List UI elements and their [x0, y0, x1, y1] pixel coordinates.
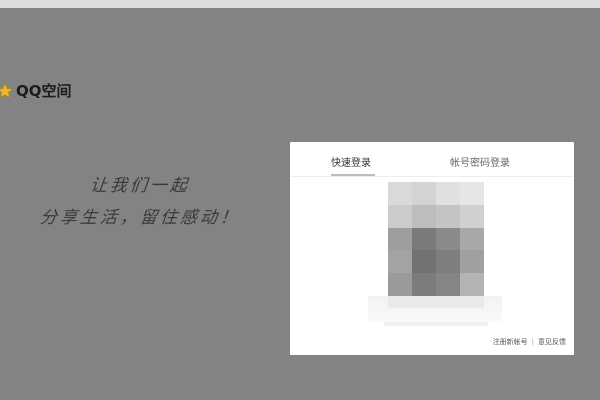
qr-pixel	[412, 182, 436, 205]
qr-reflection-inner	[388, 296, 484, 308]
login-tabs: 快速登录 帐号密码登录	[290, 142, 574, 177]
qzone-logo[interactable]: QQ空间	[0, 80, 72, 101]
logo-text: QQ空间	[16, 82, 72, 100]
qr-pixel	[388, 204, 412, 228]
qr-pixel	[436, 204, 460, 228]
footer-separator: |	[531, 338, 534, 346]
qr-pixel	[436, 250, 460, 274]
qr-pixel	[436, 273, 460, 296]
star-icon	[0, 82, 14, 98]
qr-pixel	[460, 250, 484, 274]
active-tab-indicator	[331, 174, 375, 176]
register-link[interactable]: 注册新帐号	[493, 337, 528, 347]
login-footer: 注册新帐号 | 意见反馈	[493, 337, 566, 347]
qr-pixel	[436, 182, 460, 205]
qr-code-blurred	[388, 182, 484, 296]
tab-quick-login[interactable]: 快速登录	[331, 154, 371, 169]
login-panel: 快速登录 帐号密码登录 注册新帐号 | 意见反馈	[290, 142, 574, 355]
qr-base	[384, 322, 488, 326]
qr-pixel	[460, 204, 484, 228]
qr-pixel	[436, 227, 460, 251]
qr-pixel	[388, 273, 412, 296]
qr-pixel	[388, 227, 412, 251]
qr-pixel	[388, 182, 412, 205]
qr-pixel	[460, 273, 484, 296]
qr-pixel	[412, 204, 436, 228]
slogan: 让我们一起 分享生活，留住感动！	[0, 170, 280, 234]
browser-top-strip	[0, 0, 600, 8]
tab-account-password-login[interactable]: 帐号密码登录	[450, 154, 510, 169]
qr-pixel	[460, 182, 484, 205]
qr-pixel	[412, 273, 436, 296]
slogan-line-2: 分享生活，留住感动！	[38, 208, 242, 228]
feedback-link[interactable]: 意见反馈	[538, 337, 566, 347]
qr-pixel	[460, 227, 484, 251]
qr-pixel	[412, 250, 436, 274]
qr-pixel	[412, 227, 436, 251]
qr-code-area[interactable]	[368, 182, 508, 327]
qr-pixel	[388, 250, 412, 274]
slogan-line-1: 让我们一起	[88, 176, 192, 196]
